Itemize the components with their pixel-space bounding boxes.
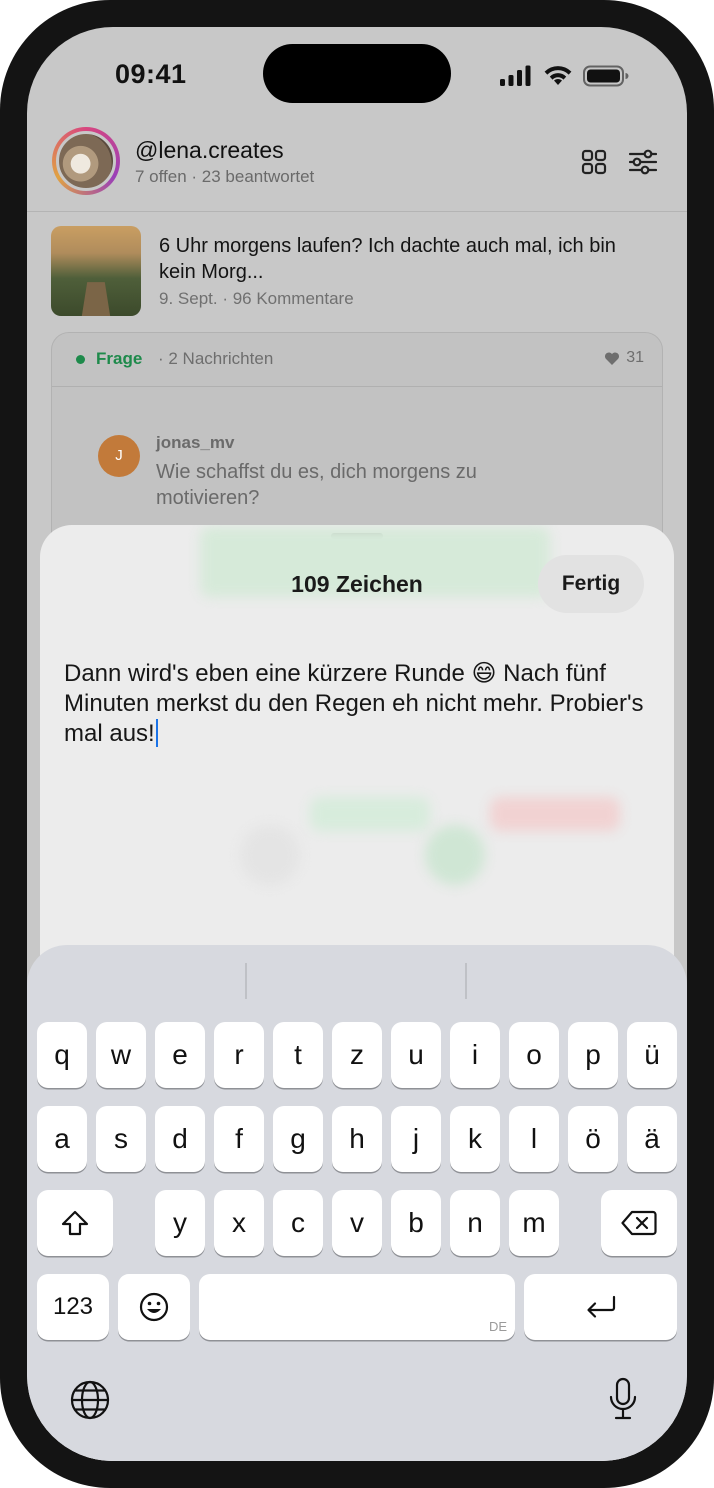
key[interactable]: l xyxy=(509,1106,559,1172)
blurred-backdrop xyxy=(425,825,485,885)
numbers-key[interactable]: 123 xyxy=(37,1274,109,1340)
key[interactable]: ä xyxy=(627,1106,677,1172)
key[interactable]: e xyxy=(155,1022,205,1088)
status-bar: 09:41 xyxy=(27,27,687,127)
reply-text: Dann wird's eben eine kürzere Runde 😄 Na… xyxy=(64,660,644,747)
backspace-icon xyxy=(621,1210,657,1236)
backspace-key[interactable] xyxy=(601,1190,677,1256)
cellular-signal-icon xyxy=(500,65,531,86)
heart-icon xyxy=(605,351,620,365)
phone-frame: 09:41 @lena.creates 7 offen · 23 beantwo… xyxy=(0,0,714,1488)
suggestion-separator xyxy=(465,963,467,999)
profile-stats: 7 offen · 23 beantwortet xyxy=(135,167,315,186)
key[interactable]: y xyxy=(155,1190,205,1256)
screen: 09:41 @lena.creates 7 offen · 23 beantwo… xyxy=(27,27,687,1461)
message-count: · 2 Nachrichten xyxy=(158,349,274,368)
key[interactable]: h xyxy=(332,1106,382,1172)
message-avatar: J xyxy=(98,435,140,477)
question-card-header: Frage · 2 Nachrichten 31 xyxy=(52,333,662,387)
key[interactable]: x xyxy=(214,1190,264,1256)
done-button[interactable]: Fertig xyxy=(538,555,644,613)
key[interactable]: t xyxy=(273,1022,323,1088)
post-title[interactable]: 6 Uhr morgens laufen? Ich dachte auch ma… xyxy=(159,233,649,285)
shift-key[interactable] xyxy=(37,1190,113,1256)
header-actions xyxy=(581,149,657,175)
key[interactable]: s xyxy=(96,1106,146,1172)
key[interactable]: d xyxy=(155,1106,205,1172)
status-time: 09:41 xyxy=(115,59,187,89)
key[interactable]: ö xyxy=(568,1106,618,1172)
key[interactable]: b xyxy=(391,1190,441,1256)
profile-avatar[interactable] xyxy=(52,127,120,195)
emoji-key[interactable] xyxy=(118,1274,190,1340)
key[interactable]: f xyxy=(214,1106,264,1172)
filter-sliders-icon[interactable] xyxy=(629,149,657,175)
key[interactable]: g xyxy=(273,1106,323,1172)
key[interactable]: p xyxy=(568,1022,618,1088)
profile-username: @lena.creates xyxy=(135,137,284,163)
likes-count: 31 xyxy=(626,349,644,366)
message-username: jonas_mv xyxy=(156,433,235,452)
reply-text-input[interactable]: Dann wird's eben eine kürzere Runde 😄 Na… xyxy=(64,659,654,749)
profile-header: @lena.creates 7 offen · 23 beantwortet xyxy=(27,123,687,211)
return-icon xyxy=(586,1295,615,1318)
key[interactable]: k xyxy=(450,1106,500,1172)
key[interactable]: w xyxy=(96,1022,146,1088)
key[interactable]: z xyxy=(332,1022,382,1088)
status-icons xyxy=(499,65,629,87)
blurred-backdrop xyxy=(490,797,620,831)
key[interactable]: c xyxy=(273,1190,323,1256)
key[interactable]: ü xyxy=(627,1022,677,1088)
return-key[interactable] xyxy=(524,1274,677,1340)
shift-icon xyxy=(61,1210,89,1236)
key[interactable]: n xyxy=(450,1190,500,1256)
grid-icon[interactable] xyxy=(581,149,607,175)
blurred-backdrop xyxy=(310,797,430,831)
key[interactable]: q xyxy=(37,1022,87,1088)
status-dot xyxy=(76,355,85,364)
key[interactable]: m xyxy=(509,1190,559,1256)
battery-icon xyxy=(583,65,629,87)
key[interactable]: i xyxy=(450,1022,500,1088)
key[interactable]: r xyxy=(214,1022,264,1088)
key[interactable]: j xyxy=(391,1106,441,1172)
header-divider xyxy=(27,211,687,212)
space-key[interactable]: DE xyxy=(199,1274,515,1340)
post-meta: 9. Sept. · 96 Kommentare xyxy=(159,289,354,308)
emoji-icon xyxy=(139,1292,169,1322)
message-text: Wie schaffst du es, dich morgens zu moti… xyxy=(156,461,477,509)
key[interactable]: u xyxy=(391,1022,441,1088)
globe-icon[interactable] xyxy=(69,1379,111,1421)
key[interactable]: a xyxy=(37,1106,87,1172)
keyboard: q w e r t z u i o p ü a s d f g h j k l … xyxy=(27,945,687,1461)
post-thumbnail[interactable] xyxy=(51,226,141,316)
keyboard-language: DE xyxy=(488,1319,507,1334)
blurred-backdrop xyxy=(240,825,300,885)
text-caret xyxy=(155,719,158,747)
likes: 31 xyxy=(604,349,644,367)
wifi-icon xyxy=(544,66,572,85)
suggestion-separator xyxy=(245,963,247,999)
question-tag: Frage xyxy=(96,349,143,368)
microphone-icon[interactable] xyxy=(607,1377,639,1423)
key[interactable]: v xyxy=(332,1190,382,1256)
key[interactable]: o xyxy=(509,1022,559,1088)
dynamic-island xyxy=(263,44,451,103)
